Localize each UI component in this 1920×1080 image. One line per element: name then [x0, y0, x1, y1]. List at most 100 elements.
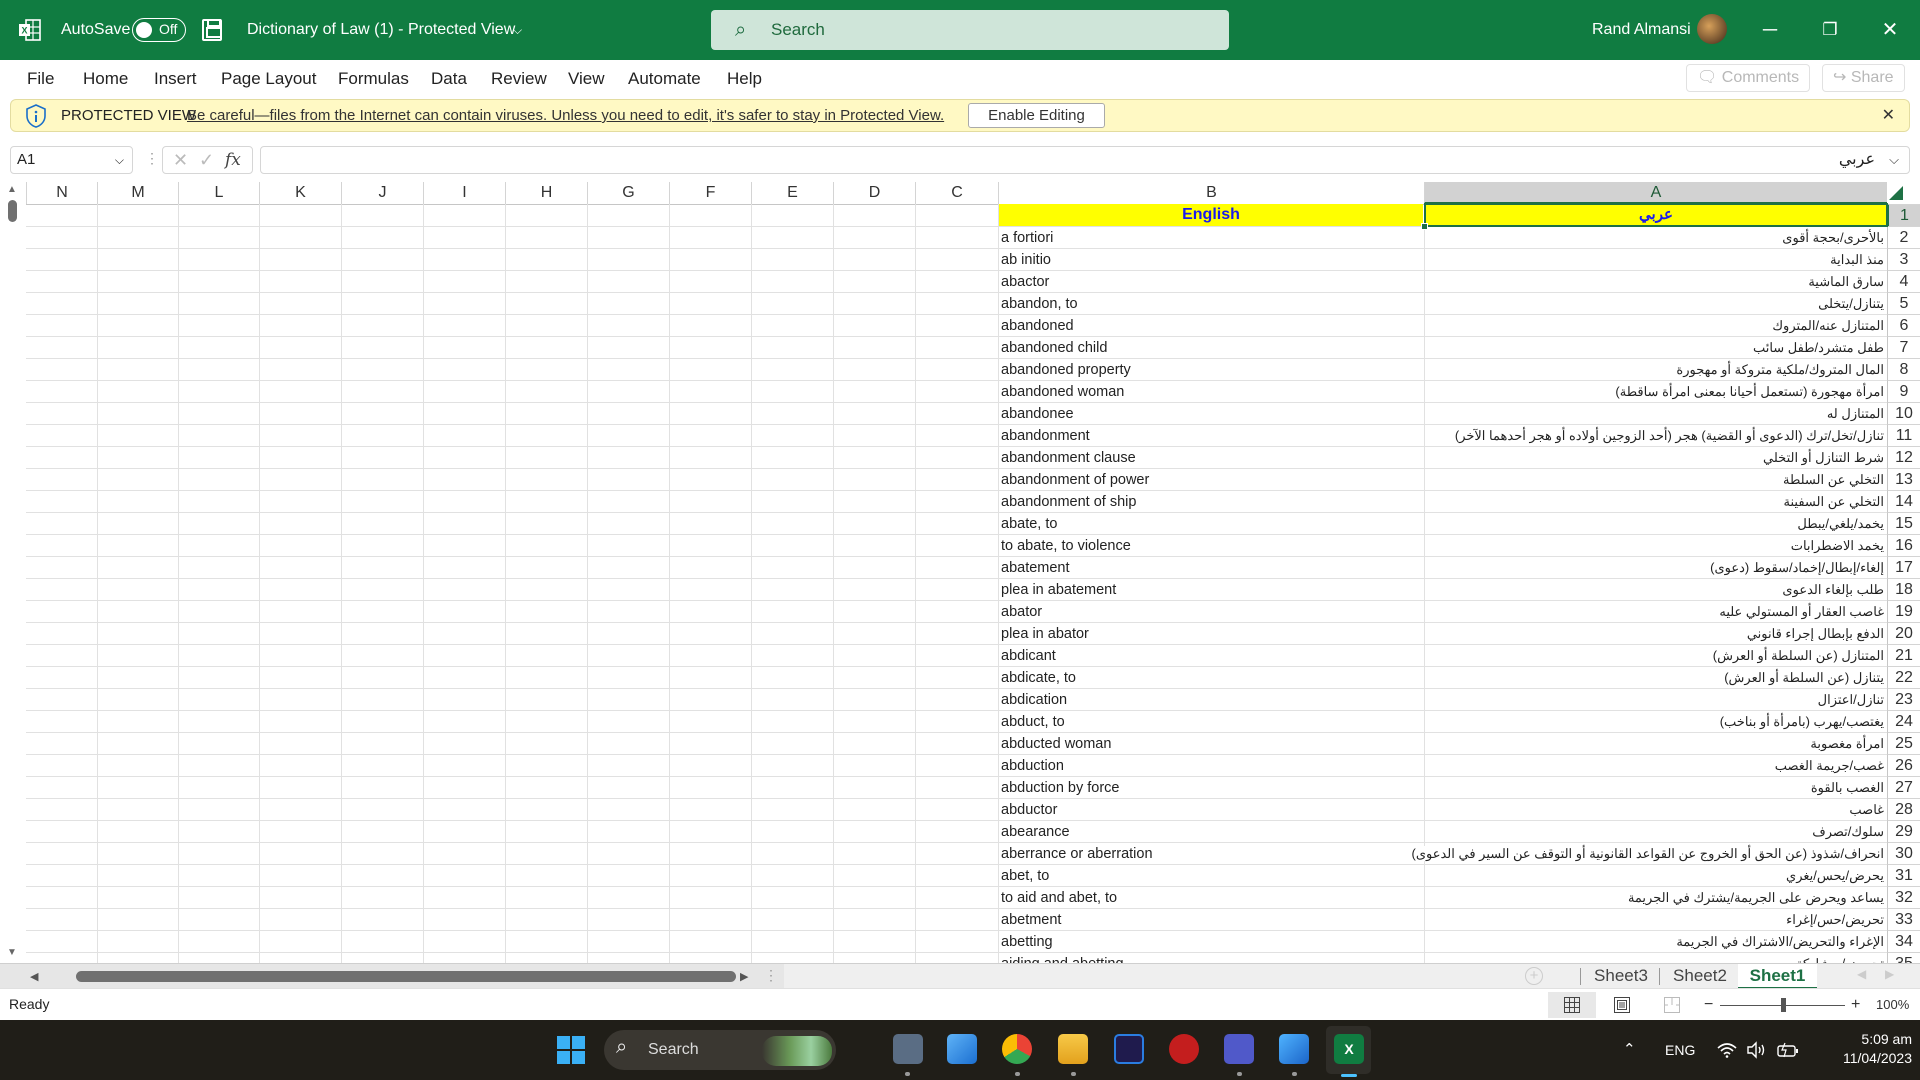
row-header[interactable]: 20: [1887, 622, 1920, 644]
row-header[interactable]: 34: [1887, 930, 1920, 952]
row-header[interactable]: 16: [1887, 534, 1920, 556]
normal-view-button[interactable]: [1548, 992, 1596, 1018]
row-header[interactable]: 27: [1887, 776, 1920, 798]
tab-insert[interactable]: Insert: [154, 60, 197, 98]
cell-english[interactable]: abate, to: [999, 513, 1423, 535]
row-header[interactable]: 12: [1887, 446, 1920, 468]
cell-arabic[interactable]: يتنازل (عن السلطة أو العرش): [1425, 667, 1887, 689]
enable-editing-button[interactable]: Enable Editing: [968, 103, 1105, 128]
vertical-scroll-thumb[interactable]: [8, 200, 17, 222]
cell-english[interactable]: abetting: [999, 931, 1423, 953]
horizontal-scroll-thumb[interactable]: [76, 971, 736, 982]
tab-review[interactable]: Review: [491, 60, 547, 98]
cell-english[interactable]: aberrance or aberration: [999, 843, 1423, 865]
avatar[interactable]: [1697, 14, 1727, 44]
row-header[interactable]: 10: [1887, 402, 1920, 424]
cell-arabic[interactable]: المتنازل (عن السلطة أو العرش): [1425, 645, 1887, 667]
tab-file[interactable]: File: [27, 60, 54, 98]
cell-arabic[interactable]: غاصب العقار أو المستولي عليه: [1425, 601, 1887, 623]
row-header[interactable]: 7: [1887, 336, 1920, 358]
row-header[interactable]: 21: [1887, 644, 1920, 666]
cell-english[interactable]: abduction: [999, 755, 1423, 777]
row-header[interactable]: 33: [1887, 908, 1920, 930]
cell-arabic[interactable]: الإغراء والتحريض/الاشتراك في الجريمة: [1425, 931, 1887, 953]
page-break-view-button[interactable]: [1648, 992, 1696, 1018]
cell-arabic[interactable]: تحريض/حس/إغراء: [1425, 909, 1887, 931]
row-header[interactable]: 8: [1887, 358, 1920, 380]
share-button[interactable]: ↪ Share: [1822, 64, 1905, 92]
cell-english[interactable]: abearance: [999, 821, 1423, 843]
cell-arabic[interactable]: يتنازل/يتخلى: [1425, 293, 1887, 315]
cell-arabic[interactable]: تنازل/تخل/ترك (الدعوى أو القضية) هجر (أح…: [1425, 425, 1887, 447]
column-header-c[interactable]: C: [915, 182, 998, 204]
antivirus-app-icon[interactable]: [1169, 1034, 1199, 1064]
row-header[interactable]: 11: [1887, 424, 1920, 446]
cell-english[interactable]: abducted woman: [999, 733, 1423, 755]
cell-english[interactable]: abdicate, to: [999, 667, 1423, 689]
zoom-slider-thumb[interactable]: [1780, 998, 1786, 1012]
cell-arabic[interactable]: المتنازل عنه/المتروك: [1425, 315, 1887, 337]
cell-english[interactable]: abactor: [999, 271, 1423, 293]
scroll-up-icon[interactable]: ▲: [7, 184, 17, 195]
column-header-m[interactable]: M: [97, 182, 178, 204]
column-header-l[interactable]: L: [178, 182, 259, 204]
cell-arabic[interactable]: يغتصب/يهرب (بامرأة أو بناخب): [1425, 711, 1887, 733]
row-header[interactable]: 3: [1887, 248, 1920, 270]
expand-formula-chevron-icon[interactable]: ⌵: [1889, 147, 1899, 173]
user-name[interactable]: Rand Almansi: [1592, 0, 1691, 60]
cell-arabic[interactable]: امرأة مهجورة (تستعمل أحيانا بمعنى امرأة …: [1425, 381, 1887, 403]
zoom-out-button[interactable]: −: [1704, 989, 1713, 1020]
column-header-d[interactable]: D: [833, 182, 915, 204]
search-box[interactable]: ⌕ Search: [711, 10, 1229, 50]
row-header[interactable]: 6: [1887, 314, 1920, 336]
cell-arabic[interactable]: سارق الماشية: [1425, 271, 1887, 293]
document-title[interactable]: Dictionary of Law (1) - Protected View: [247, 0, 515, 60]
tab-data[interactable]: Data: [431, 60, 467, 98]
column-header-i[interactable]: I: [423, 182, 505, 204]
restore-button[interactable]: ❐: [1800, 0, 1860, 60]
cell-arabic[interactable]: غاصب: [1425, 799, 1887, 821]
select-all-corner-icon[interactable]: [1889, 186, 1903, 200]
cell-english[interactable]: abandonment: [999, 425, 1423, 447]
tab-page-layout[interactable]: Page Layout: [221, 60, 316, 98]
row-header[interactable]: 32: [1887, 886, 1920, 908]
cell-english[interactable]: abandonment clause: [999, 447, 1423, 469]
cell-english[interactable]: abandoned child: [999, 337, 1423, 359]
chrome-app-icon[interactable]: [1002, 1034, 1032, 1064]
widgets-app-icon[interactable]: [893, 1034, 923, 1064]
tab-split-handle-icon[interactable]: ⋮: [764, 967, 778, 984]
show-hidden-icons-chevron-icon[interactable]: ⌃: [1623, 1020, 1636, 1080]
cell-arabic[interactable]: يخمد الاضطرابات: [1425, 535, 1887, 557]
cell-english[interactable]: abandoned woman: [999, 381, 1423, 403]
cell-arabic[interactable]: يساعد ويحرض على الجريمة/يشترك في الجريمة: [1425, 887, 1887, 909]
tab-view[interactable]: View: [568, 60, 605, 98]
cell-english[interactable]: to aid and abet, to: [999, 887, 1423, 909]
row-header[interactable]: 5: [1887, 292, 1920, 314]
row-header[interactable]: 29: [1887, 820, 1920, 842]
row-header[interactable]: 28: [1887, 798, 1920, 820]
column-header-b[interactable]: B: [998, 182, 1424, 204]
language-indicator[interactable]: ENG: [1665, 1020, 1695, 1080]
cell-arabic[interactable]: الغصب بالقوة: [1425, 777, 1887, 799]
column-header-a[interactable]: A: [1424, 182, 1887, 204]
cell-english[interactable]: abdication: [999, 689, 1423, 711]
cell-arabic[interactable]: المتنازل له: [1425, 403, 1887, 425]
cell-arabic[interactable]: طلب بإلغاء الدعوى: [1425, 579, 1887, 601]
row-header[interactable]: 2: [1887, 226, 1920, 248]
taskbar-search[interactable]: ⌕ Search: [604, 1030, 836, 1070]
scroll-right-icon[interactable]: ▶: [740, 970, 748, 983]
row-header[interactable]: 14: [1887, 490, 1920, 512]
formula-input[interactable]: عربي ⌵: [260, 146, 1910, 174]
scroll-left-icon[interactable]: ◀: [30, 970, 38, 983]
cell-arabic[interactable]: الدفع بإبطال إجراء قانوني: [1425, 623, 1887, 645]
insert-function-icon[interactable]: fx: [225, 147, 241, 173]
cell-arabic[interactable]: يحرض/يحس/يغري: [1425, 865, 1887, 887]
row-header[interactable]: 15: [1887, 512, 1920, 534]
close-button[interactable]: ✕: [1860, 0, 1920, 60]
file-explorer-app-icon[interactable]: [1058, 1034, 1088, 1064]
excel-app-icon[interactable]: X: [1334, 1034, 1364, 1064]
windows-start-icon[interactable]: [557, 1036, 585, 1064]
title-chevron-down-icon[interactable]: ⌵: [513, 0, 522, 60]
volume-icon[interactable]: [1746, 1041, 1766, 1059]
comments-button[interactable]: 🗨︎ Comments: [1686, 64, 1811, 92]
